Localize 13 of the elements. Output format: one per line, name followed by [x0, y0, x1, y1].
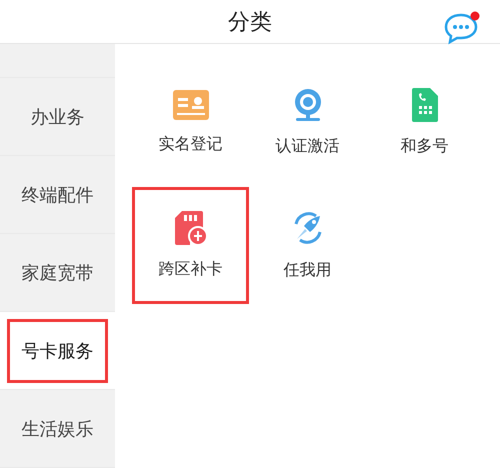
chat-icon[interactable]	[444, 9, 482, 47]
service-label: 实名登记	[158, 134, 222, 155]
service-tile[interactable]: 跨区补卡	[132, 187, 249, 304]
sim-card-icon	[174, 211, 208, 245]
webcam-icon	[292, 88, 322, 122]
service-label: 任我用	[284, 260, 332, 281]
page-title: 分类	[228, 8, 272, 36]
category-tab[interactable]: 号卡服务	[0, 312, 115, 390]
service-label: 和多号	[400, 136, 448, 157]
service-label: 跨区补卡	[158, 259, 222, 280]
sim-card-icon	[412, 88, 438, 122]
service-label: 认证激活	[276, 136, 340, 157]
id-card-icon	[172, 90, 208, 120]
